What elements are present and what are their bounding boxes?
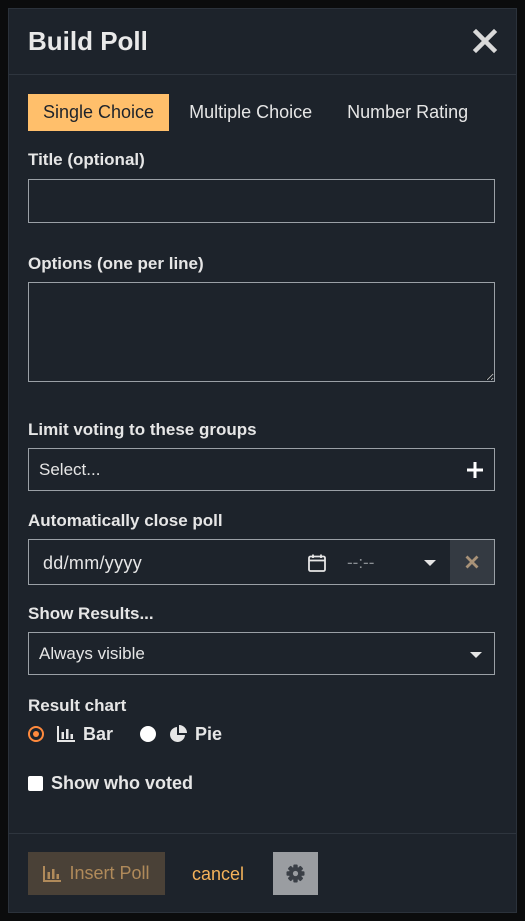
result-chart-label: Result chart xyxy=(28,696,127,715)
poll-type-tabs: Single Choice Multiple Choice Number Rat… xyxy=(28,94,483,131)
radio-bar[interactable] xyxy=(28,726,44,742)
settings-button[interactable] xyxy=(273,852,318,895)
build-poll-modal: Build Poll Single Choice Multiple Choice… xyxy=(8,8,517,913)
show-voters-row: Show who voted xyxy=(28,773,193,794)
tab-number-rating[interactable]: Number Rating xyxy=(332,94,483,131)
insert-poll-button[interactable]: Insert Poll xyxy=(28,852,165,895)
close-icon xyxy=(465,555,479,569)
close-button[interactable] xyxy=(470,26,500,56)
options-textarea[interactable] xyxy=(28,282,495,382)
title-label: Title (optional) xyxy=(28,150,145,169)
bar-chart-icon xyxy=(57,726,75,742)
show-voters-checkbox[interactable] xyxy=(28,776,43,791)
modal-title: Build Poll xyxy=(28,26,148,56)
modal-footer: Insert Poll cancel xyxy=(9,833,516,914)
tab-single-choice[interactable]: Single Choice xyxy=(28,94,170,131)
pie-chart-icon xyxy=(170,725,188,742)
modal-header: Build Poll xyxy=(9,9,516,75)
date-input[interactable]: dd/mm/yyyy xyxy=(43,553,142,574)
groups-select-placeholder: Select... xyxy=(39,460,101,479)
title-input[interactable] xyxy=(28,179,495,223)
bar-option-label: Bar xyxy=(83,723,114,744)
bar-chart-icon xyxy=(43,865,62,882)
pie-option-label: Pie xyxy=(195,723,223,744)
insert-poll-label: Insert Poll xyxy=(69,863,150,883)
show-results-label: Show Results... xyxy=(28,604,154,623)
chevron-down-icon xyxy=(470,652,482,658)
close-datetime: dd/mm/yyyy --:-- xyxy=(28,539,495,585)
tab-multiple-choice[interactable]: Multiple Choice xyxy=(174,94,327,131)
options-label: Options (one per line) xyxy=(28,254,204,273)
plus-icon xyxy=(467,462,483,478)
show-results-select[interactable]: Always visible xyxy=(28,632,495,675)
groups-label: Limit voting to these groups xyxy=(28,420,257,439)
clear-date-button[interactable] xyxy=(450,540,494,584)
time-dropdown-icon[interactable] xyxy=(424,560,436,566)
show-voters-label: Show who voted xyxy=(51,773,193,793)
gear-icon xyxy=(286,864,305,883)
radio-pie[interactable] xyxy=(140,726,157,742)
show-results-value: Always visible xyxy=(39,644,145,663)
time-input[interactable]: --:-- xyxy=(347,553,374,573)
close-icon xyxy=(472,28,498,54)
chart-type-radios: Bar Pie xyxy=(28,722,222,746)
cancel-button[interactable]: cancel xyxy=(192,864,244,885)
close-poll-label: Automatically close poll xyxy=(28,511,223,530)
groups-select[interactable]: Select... xyxy=(28,448,495,491)
calendar-icon[interactable] xyxy=(307,553,327,573)
